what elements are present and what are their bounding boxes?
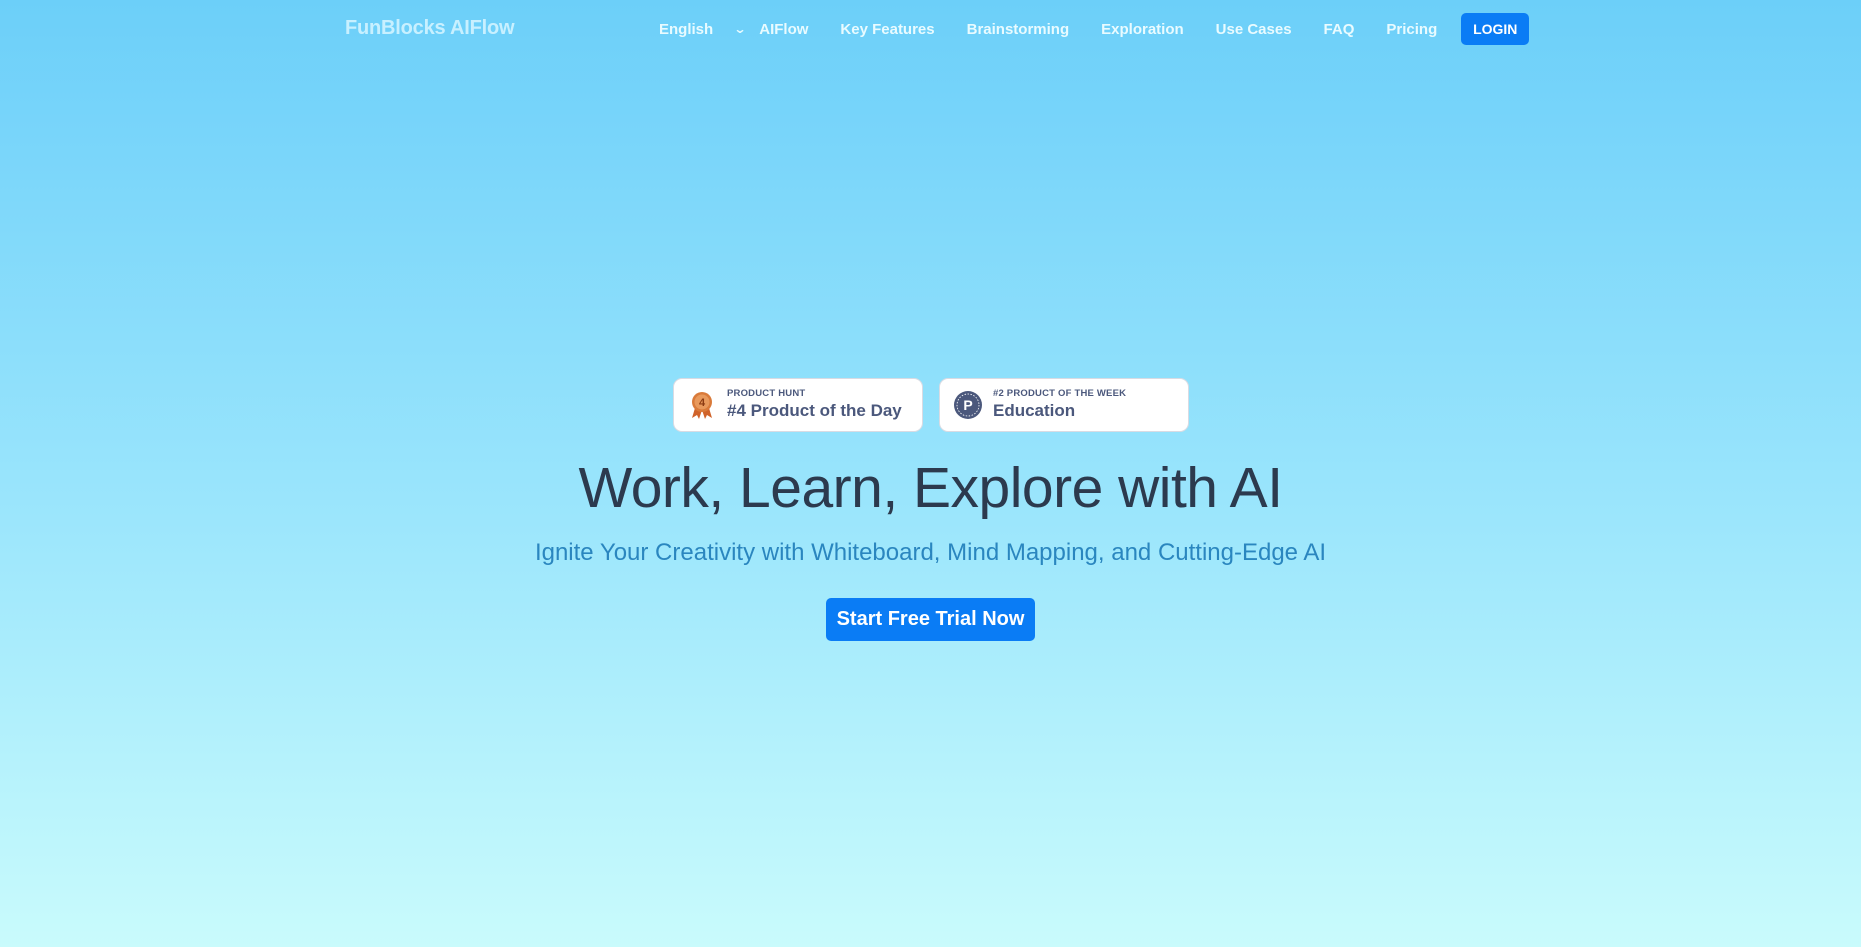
- nav-link-faq[interactable]: FAQ: [1324, 21, 1355, 38]
- language-label: English: [659, 20, 714, 38]
- hero-subtitle: Ignite Your Creativity with Whiteboard, …: [534, 539, 1327, 566]
- medal-icon: 4: [692, 392, 712, 419]
- nav-link-aiflow[interactable]: AIFlow: [759, 21, 808, 38]
- nav-link-exploration[interactable]: Exploration: [1101, 21, 1184, 38]
- badges-row: 4 PRODUCT HUNT #4 Product of the Day P #…: [673, 378, 1189, 432]
- nav-link-brainstorming[interactable]: Brainstorming: [967, 21, 1070, 38]
- chevron-down-icon: ⌄: [733, 22, 747, 36]
- medal-rank: 4: [699, 397, 706, 409]
- product-hunt-day-badge[interactable]: 4 PRODUCT HUNT #4 Product of the Day: [673, 378, 923, 432]
- badge-text: #2 PRODUCT OF THE WEEK Education: [993, 388, 1126, 422]
- nav-link-key-features[interactable]: Key Features: [840, 21, 934, 38]
- product-hunt-letter: P: [963, 397, 972, 413]
- badge-label: PRODUCT HUNT: [727, 388, 806, 399]
- badge-title: #4 Product of the Day: [727, 401, 902, 420]
- product-hunt-icon: P: [954, 391, 982, 419]
- hero-title: Work, Learn, Explore with AI: [578, 456, 1283, 520]
- nav-link-use-cases[interactable]: Use Cases: [1216, 21, 1292, 38]
- badge-label: #2 PRODUCT OF THE WEEK: [993, 388, 1127, 399]
- start-free-trial-button[interactable]: Start Free Trial Now: [826, 598, 1035, 641]
- language-selector[interactable]: English ⌄: [659, 20, 747, 38]
- login-button[interactable]: LOGIN: [1461, 13, 1530, 45]
- header: FunBlocks AIFlow English ⌄ AIFlow Key Fe…: [0, 0, 1861, 58]
- badge-text: PRODUCT HUNT #4 Product of the Day: [727, 388, 902, 422]
- nav-link-pricing[interactable]: Pricing: [1386, 21, 1437, 38]
- badge-title: Education: [993, 401, 1076, 420]
- product-hunt-week-badge[interactable]: P #2 PRODUCT OF THE WEEK Education: [939, 378, 1189, 432]
- nav-bar: English ⌄ AIFlow Key Features Brainstorm…: [659, 0, 1530, 58]
- logo[interactable]: FunBlocks AIFlow: [345, 17, 515, 40]
